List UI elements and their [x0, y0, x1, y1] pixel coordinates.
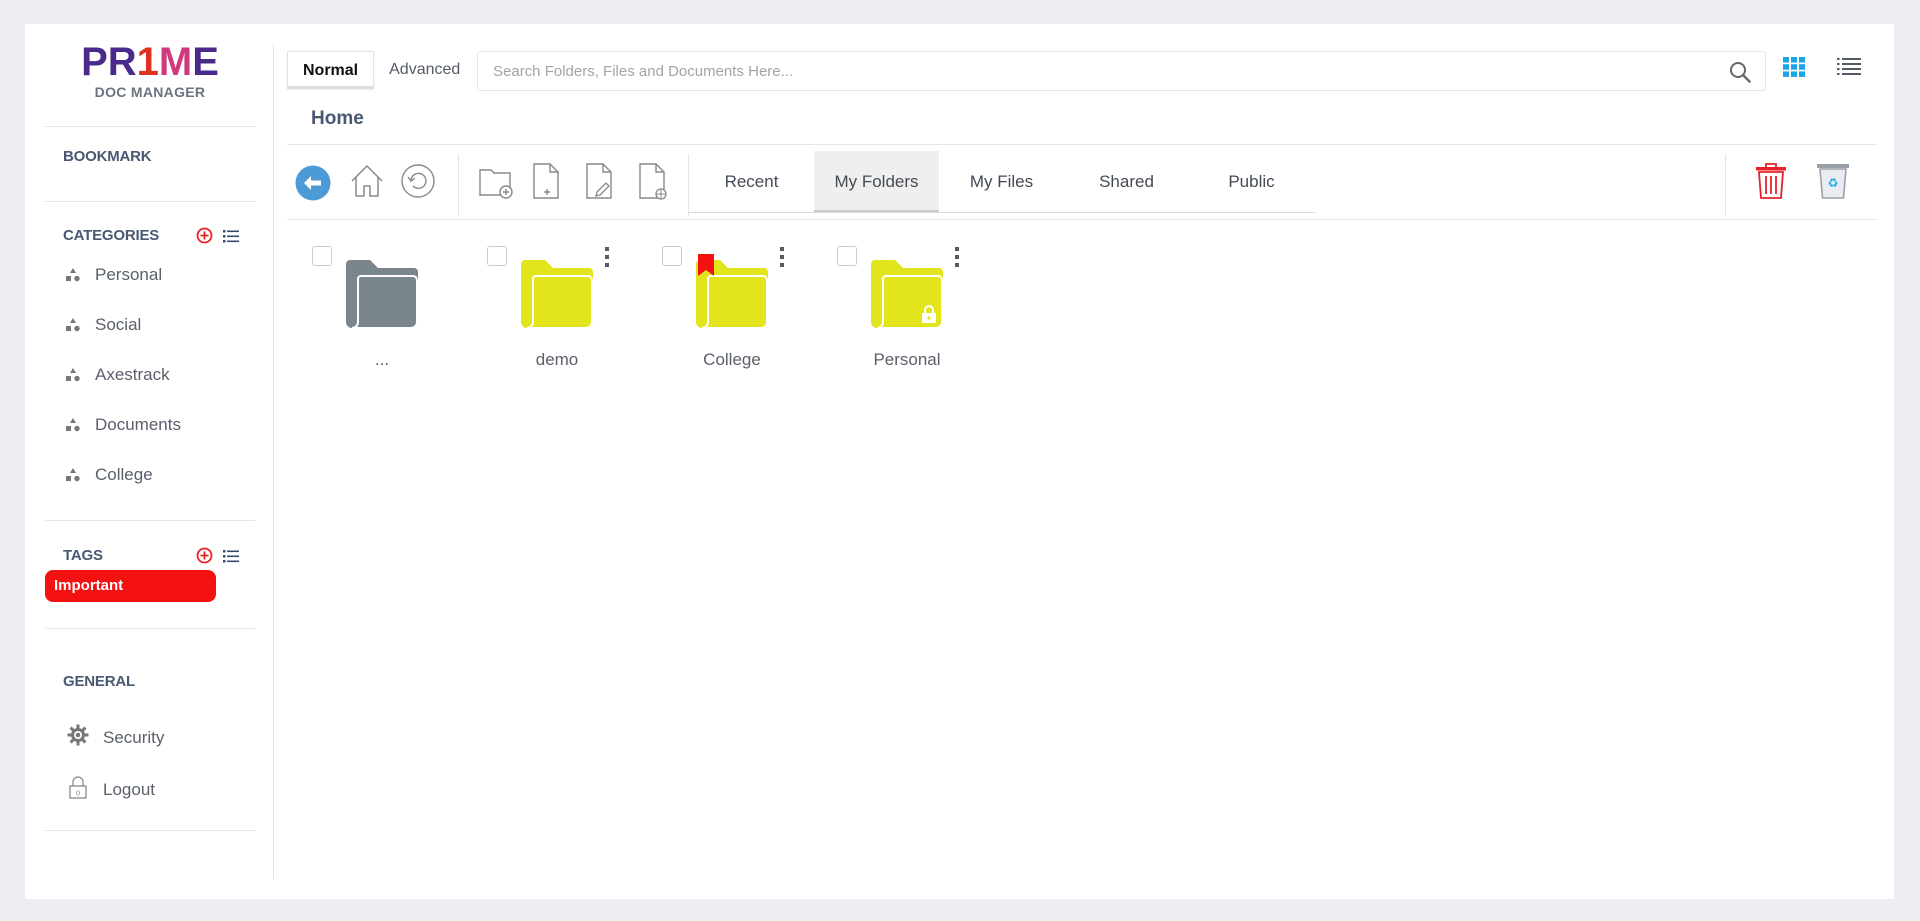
- category-item-documents[interactable]: Documents: [65, 415, 181, 435]
- grid-view-icon[interactable]: [1783, 57, 1805, 82]
- folder-label: demo: [535, 350, 579, 369]
- divider: [45, 830, 255, 831]
- app-window: PR1ME DOC MANAGER BOOKMARK CATEGORIES Pe…: [25, 24, 1894, 899]
- category-label: Social: [95, 315, 142, 334]
- search-icon[interactable]: [1729, 61, 1751, 88]
- sidebar: PR1ME DOC MANAGER BOOKMARK CATEGORIES Pe…: [45, 24, 255, 899]
- category-item-college[interactable]: College: [65, 465, 153, 485]
- lock-icon: 0: [67, 775, 89, 804]
- category-item-personal[interactable]: Personal: [65, 265, 162, 285]
- divider: [287, 219, 1877, 220]
- tag-important[interactable]: Important: [45, 570, 216, 602]
- more-options-icon[interactable]: [954, 246, 960, 273]
- folder-icon: [867, 254, 945, 337]
- gear-icon: [67, 724, 89, 751]
- security-label: Security: [103, 727, 165, 747]
- select-checkbox[interactable]: [662, 246, 682, 266]
- sidebar-border: [273, 44, 274, 879]
- folder-label: ...: [374, 350, 390, 369]
- add-category-icon[interactable]: [196, 227, 213, 244]
- search-box: [477, 51, 1766, 91]
- categories-title: CATEGORIES: [63, 227, 160, 244]
- share-file-button[interactable]: [636, 161, 670, 206]
- recycle-bin-button[interactable]: ♻: [1816, 162, 1850, 205]
- folder-label: Personal: [873, 350, 941, 369]
- category-label: Documents: [95, 415, 181, 434]
- more-options-icon[interactable]: [779, 246, 785, 273]
- home-button[interactable]: [348, 162, 386, 205]
- search-input[interactable]: [478, 52, 1698, 90]
- more-options-icon[interactable]: [604, 246, 610, 273]
- tab-my-files[interactable]: My Files: [939, 151, 1064, 212]
- tab-shared[interactable]: Shared: [1064, 151, 1189, 212]
- list-view-icon[interactable]: [1837, 57, 1861, 80]
- svg-text:♻: ♻: [1828, 176, 1839, 190]
- refresh-button[interactable]: [400, 163, 436, 204]
- shapes-icon: [65, 317, 81, 333]
- folder-icon: [692, 254, 770, 337]
- breadcrumb[interactable]: Home: [311, 108, 364, 130]
- tags-title: TAGS: [63, 547, 103, 564]
- new-file-button[interactable]: [530, 161, 564, 206]
- shapes-icon: [65, 267, 81, 283]
- select-checkbox[interactable]: [487, 246, 507, 266]
- folder-label: College: [703, 350, 761, 369]
- svg-text:0: 0: [76, 790, 80, 798]
- general-title: GENERAL: [63, 673, 135, 690]
- categories-tools: [196, 227, 239, 244]
- folder-item-college[interactable]: College: [662, 244, 802, 369]
- select-checkbox[interactable]: [312, 246, 332, 266]
- bookmark-title: BOOKMARK: [63, 148, 152, 165]
- folder-item-demo[interactable]: demo: [487, 244, 627, 369]
- new-folder-button[interactable]: [477, 162, 515, 205]
- divider: [45, 126, 255, 127]
- mode-tab-normal[interactable]: Normal: [287, 51, 375, 89]
- divider: [45, 201, 255, 202]
- logout-link[interactable]: 0 Logout: [67, 775, 155, 804]
- edit-file-button[interactable]: [583, 161, 617, 206]
- tab-public[interactable]: Public: [1189, 151, 1314, 212]
- delete-button[interactable]: [1755, 162, 1787, 205]
- shapes-icon: [65, 417, 81, 433]
- divider: [287, 144, 1877, 145]
- list-categories-icon[interactable]: [223, 229, 239, 243]
- category-label: Axestrack: [95, 365, 170, 384]
- list-tags-icon[interactable]: [223, 549, 239, 563]
- select-checkbox[interactable]: [837, 246, 857, 266]
- divider: [45, 628, 255, 629]
- logo-subtitle: DOC MANAGER: [94, 84, 206, 100]
- folder-icon: [517, 254, 595, 337]
- shapes-icon: [65, 467, 81, 483]
- toolbar-separator: [1725, 154, 1726, 216]
- category-label: Personal: [95, 265, 163, 284]
- toolbar-separator: [458, 154, 459, 216]
- divider: [45, 520, 255, 521]
- logo-mark: PR1ME: [81, 40, 219, 84]
- folder-item-parent[interactable]: ...: [312, 244, 452, 369]
- category-label: College: [95, 465, 153, 484]
- logout-label: Logout: [103, 779, 155, 799]
- category-item-social[interactable]: Social: [65, 315, 141, 335]
- folder-item-personal[interactable]: Personal: [837, 244, 977, 369]
- add-tag-icon[interactable]: [196, 547, 213, 564]
- mode-tab-advanced[interactable]: Advanced: [374, 51, 475, 89]
- back-button[interactable]: [295, 165, 331, 206]
- logo: PR1ME DOC MANAGER: [45, 42, 255, 100]
- category-item-axestrack[interactable]: Axestrack: [65, 365, 170, 385]
- shapes-icon: [65, 367, 81, 383]
- mode-tabs: Normal Advanced: [287, 51, 475, 89]
- tags-tools: [196, 547, 239, 564]
- nav-tabs: Recent My Folders My Files Shared Public: [689, 151, 1316, 213]
- tab-my-folders[interactable]: My Folders: [814, 151, 939, 212]
- tab-recent[interactable]: Recent: [689, 151, 814, 212]
- security-link[interactable]: Security: [67, 724, 164, 751]
- folder-icon: [342, 254, 420, 337]
